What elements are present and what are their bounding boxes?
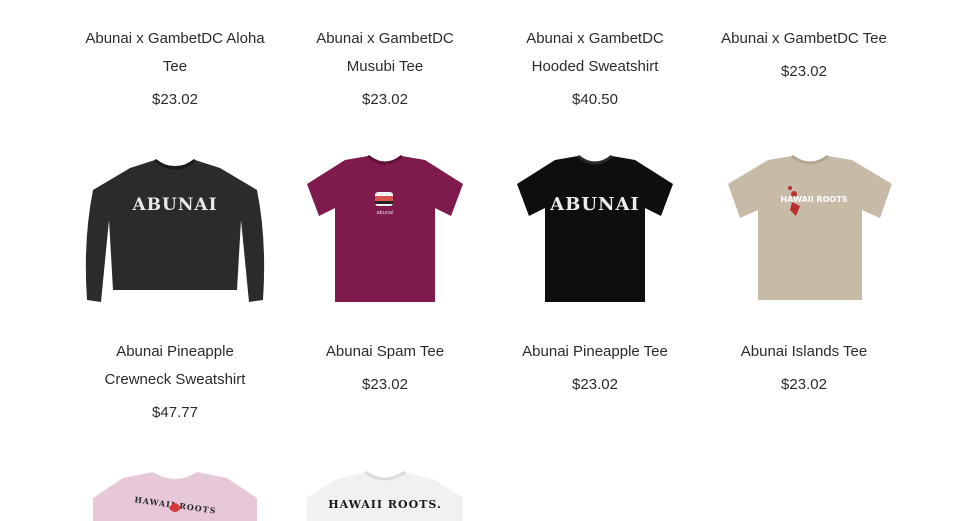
product-image[interactable]: HAWAII ROOTS: [720, 150, 900, 325]
product-image[interactable]: HAWAII ROOTS: [93, 468, 257, 521]
product-name[interactable]: Abunai x GambetDC Musubi Tee: [285, 25, 485, 81]
product-name[interactable]: Abunai x GambetDC Aloha Tee: [75, 25, 275, 81]
product-image[interactable]: ABUNAI: [513, 152, 677, 322]
product-name[interactable]: Abunai x GambetDC Hooded Sweatshirt: [495, 25, 695, 81]
product-name[interactable]: Abunai Pineapple Tee: [495, 338, 695, 366]
product-image[interactable]: abunai: [303, 152, 467, 322]
product-name[interactable]: Abunai Pineapple Crewneck Sweatshirt: [75, 338, 275, 394]
product-price: $23.02: [781, 376, 827, 393]
product-name[interactable]: Abunai Spam Tee: [285, 338, 485, 366]
svg-text:HAWAII ROOTS: HAWAII ROOTS: [781, 195, 848, 204]
product-image[interactable]: HAWAII ROOTS.: [307, 468, 463, 521]
svg-text:ABUNAI: ABUNAI: [549, 194, 640, 215]
product-name[interactable]: Abunai x GambetDC Tee: [704, 25, 904, 53]
product-price: $40.50: [572, 91, 618, 108]
svg-text:HAWAII ROOTS.: HAWAII ROOTS.: [328, 498, 442, 511]
product-price: $23.02: [152, 91, 198, 108]
product-price: $23.02: [781, 63, 827, 80]
product-price: $23.02: [572, 376, 618, 393]
product-price: $47.77: [152, 404, 198, 421]
product-price: $23.02: [362, 91, 408, 108]
svg-text:abunai: abunai: [376, 210, 393, 216]
product-image[interactable]: ABUNAI: [85, 150, 265, 325]
svg-text:ABUNAI: ABUNAI: [131, 195, 217, 215]
spam-musubi-icon: [375, 192, 393, 206]
product-name[interactable]: Abunai Islands Tee: [704, 338, 904, 366]
product-price: $23.02: [362, 376, 408, 393]
